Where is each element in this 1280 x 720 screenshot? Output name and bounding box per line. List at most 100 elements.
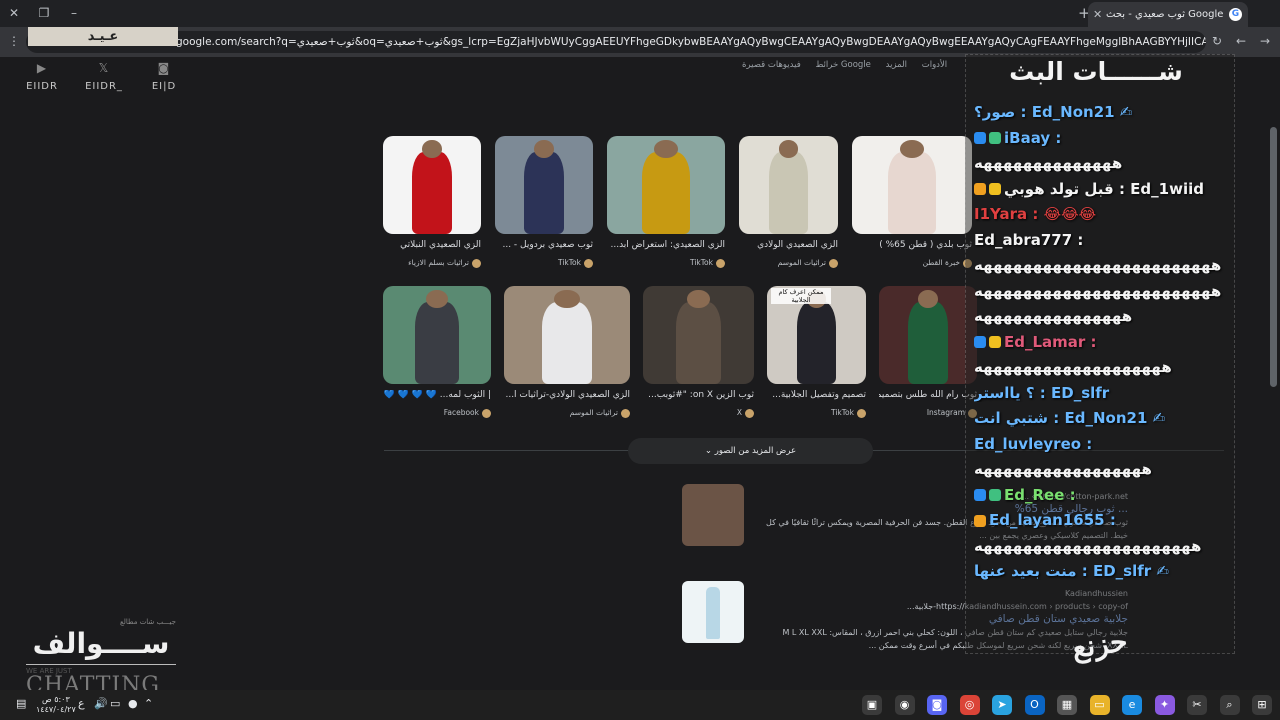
filter-shorts[interactable]: فيديوهات قصيرة bbox=[742, 60, 801, 70]
filter-maps[interactable]: Google خرائط bbox=[815, 60, 870, 70]
image-result-card[interactable]: الزي الصعيدي: استعراض ابد... TikTok bbox=[607, 136, 725, 268]
chat-text: ههههههههههههههه bbox=[974, 154, 1123, 172]
windows-taskbar: ▤ ٥:٠٣ ص ١٤٤٧/٠٤/٢٧ ع 🔊 ▭ ● ⌃ ▣ ◉ ◙ ◎ ➤ O ▦ ▭ e ✦… bbox=[0, 690, 1280, 720]
chat-badge-icon bbox=[974, 336, 986, 348]
url-bar[interactable]: google.com/search?q=ثوب+صعيدي&oq=ثوب+صعي… bbox=[26, 31, 1206, 53]
chat-text: Ed_Lamar : bbox=[1004, 332, 1097, 351]
image-source: TikTok bbox=[767, 408, 866, 418]
result-thumbnail[interactable] bbox=[682, 581, 744, 643]
discord-app-icon[interactable]: ◙ bbox=[927, 695, 947, 715]
chat-text: I1Yara : 😂😂😂 bbox=[974, 205, 1097, 223]
filter-more[interactable]: المزيد bbox=[886, 60, 907, 70]
image-caption[interactable]: | الثوب لمه... 💙 💙 💙 💙 bbox=[383, 390, 491, 402]
scrollbar[interactable] bbox=[1270, 127, 1277, 387]
chat-badge-icon bbox=[974, 489, 986, 501]
google-favicon-icon: G bbox=[1229, 8, 1242, 21]
robe-shape bbox=[642, 151, 690, 234]
image-result-card[interactable]: ممكن اعرف كام الجلابية تصميم وتفصيل الجلا… bbox=[767, 286, 866, 418]
taskbar-clock[interactable]: ٥:٠٣ ص ١٤٤٧/٠٤/٢٧ bbox=[36, 695, 76, 715]
person-head-shape bbox=[554, 289, 580, 308]
robe-shape bbox=[706, 587, 720, 639]
image-caption[interactable]: ثوب الزين on X: "#ثوبب... bbox=[643, 390, 754, 402]
forward-icon[interactable]: → bbox=[1260, 34, 1270, 48]
start-icon[interactable]: ⊞ bbox=[1252, 695, 1272, 715]
image-source: Instagram bbox=[879, 408, 977, 418]
window-minimize-icon[interactable]: – bbox=[64, 4, 84, 22]
social-youtube: ▶ EIIDR bbox=[18, 61, 66, 92]
image-thumbnail[interactable] bbox=[495, 136, 593, 234]
reload-icon[interactable]: ↻ bbox=[1212, 34, 1222, 48]
snip-icon[interactable]: ✂ bbox=[1187, 695, 1207, 715]
image-thumbnail[interactable] bbox=[852, 136, 972, 234]
chat-message: Ed_abra777 : bbox=[974, 231, 1234, 249]
search-icon[interactable]: ⌕ bbox=[1219, 695, 1240, 715]
image-caption[interactable]: ثوب بلدي ( قطن 65% ) bbox=[852, 240, 972, 252]
back-icon[interactable]: ← bbox=[1236, 34, 1246, 48]
calculator-icon[interactable]: ▦ bbox=[1057, 695, 1077, 715]
image-source: خبرة القطن bbox=[852, 258, 972, 268]
more-images-button[interactable]: ⌄ عرض المزيد من الصور bbox=[628, 438, 873, 464]
image-result-card[interactable]: | الثوب لمه... 💙 💙 💙 💙 Facebook bbox=[383, 286, 491, 418]
image-result-card[interactable]: ثوب بلدي ( قطن 65% ) خبرة القطن bbox=[852, 136, 972, 268]
image-caption[interactable]: الزي الصعيدي: استعراض ابد... bbox=[607, 240, 726, 252]
menu-dots-icon[interactable]: ⋮ bbox=[8, 34, 20, 48]
source-name: TikTok bbox=[689, 258, 713, 267]
image-source: Facebook bbox=[383, 408, 491, 418]
robe-shape bbox=[888, 151, 936, 234]
image-source: X bbox=[643, 408, 754, 418]
result-thumbnail[interactable] bbox=[682, 484, 744, 546]
image-thumbnail[interactable] bbox=[383, 136, 481, 234]
source-favicon-icon bbox=[829, 258, 838, 268]
image-thumbnail[interactable]: ممكن اعرف كام الجلابية bbox=[767, 286, 866, 384]
image-caption[interactable]: الزي الصعيدي الولادي bbox=[739, 240, 838, 252]
window-close-icon[interactable]: ✕ bbox=[4, 4, 24, 22]
chat-text: iBaay : bbox=[1004, 128, 1062, 147]
image-caption[interactable]: ثوب رام الله طلس بتصميم... bbox=[879, 390, 977, 402]
file-explorer-icon[interactable]: ▭ bbox=[1089, 695, 1110, 715]
tab-close-icon[interactable]: ✕ bbox=[1093, 2, 1102, 27]
chrome-icon[interactable]: ◎ bbox=[959, 695, 980, 715]
github-icon[interactable]: ◉ bbox=[894, 695, 915, 715]
microphone-icon[interactable]: ● bbox=[128, 697, 138, 710]
task-view-icon[interactable]: ▣ bbox=[862, 695, 882, 715]
image-thumbnail[interactable] bbox=[607, 136, 725, 234]
tray-expand-icon[interactable]: ⌃ bbox=[144, 697, 153, 710]
image-caption[interactable]: تصميم وتفصيل الجلابية... bbox=[767, 390, 866, 402]
image-result-card[interactable]: الزي الصعيدي النبلاتي تراثيات بسلم الازيا… bbox=[383, 136, 481, 268]
image-result-card[interactable]: ثوب صعيدي بردويل - ... TikTok bbox=[495, 136, 593, 268]
telegram-icon[interactable]: ➤ bbox=[992, 695, 1012, 715]
network-icon[interactable]: ▭ bbox=[110, 697, 120, 710]
image-thumbnail[interactable] bbox=[504, 286, 630, 384]
window-restore-icon[interactable]: ❐ bbox=[34, 4, 54, 22]
person-head-shape bbox=[900, 139, 924, 158]
notification-icon[interactable]: ▤ bbox=[16, 697, 26, 710]
image-result-card[interactable]: ثوب الزين on X: "#ثوبب... X bbox=[643, 286, 754, 418]
chat-text: Ed_luvleyreo : bbox=[974, 434, 1093, 453]
outlook-icon[interactable]: O bbox=[1024, 695, 1045, 715]
volume-icon[interactable]: 🔊 bbox=[94, 697, 108, 710]
chat-text: هههههههههههههههههه bbox=[974, 460, 1152, 478]
image-thumbnail[interactable] bbox=[383, 286, 491, 384]
image-thumbnail[interactable] bbox=[879, 286, 977, 384]
logo-divider bbox=[26, 664, 176, 665]
chat-badge-icon bbox=[974, 514, 986, 527]
image-caption[interactable]: الزي الصعيدي النبلاتي bbox=[383, 240, 481, 252]
image-thumbnail[interactable] bbox=[643, 286, 754, 384]
source-favicon-icon bbox=[716, 258, 725, 268]
filter-tools[interactable]: الأدوات bbox=[922, 60, 947, 70]
edge-icon[interactable]: e bbox=[1122, 695, 1142, 715]
image-thumbnail[interactable] bbox=[739, 136, 838, 234]
image-result-card[interactable]: الزي الصعيدي الولادي تراثيات الموسم bbox=[739, 136, 838, 268]
source-name: تراثيات الموسم bbox=[569, 408, 618, 417]
stream-title-overlay: عـيـد bbox=[28, 27, 178, 46]
language-indicator[interactable]: ع bbox=[78, 697, 85, 710]
image-caption[interactable]: ثوب صعيدي بردويل - ... bbox=[495, 240, 593, 252]
social-x: 𝕏 EIIDR_ bbox=[80, 61, 128, 92]
image-result-card[interactable]: الزي الصعيدي الولادي-تراثيات ا... تراثيات… bbox=[504, 286, 630, 418]
image-result-card[interactable]: ثوب رام الله طلس بتصميم... Instagram bbox=[879, 286, 977, 418]
logo-arabic: ســــوالف bbox=[32, 627, 170, 660]
browser-tab-active[interactable]: ✕ ثوب صعيدي - بحث Google G bbox=[1088, 2, 1248, 27]
image-caption[interactable]: الزي الصعيدي الولادي-تراثيات ا... bbox=[504, 390, 630, 402]
copilot-icon[interactable]: ✦ bbox=[1154, 695, 1175, 715]
source-favicon-icon bbox=[584, 258, 593, 268]
